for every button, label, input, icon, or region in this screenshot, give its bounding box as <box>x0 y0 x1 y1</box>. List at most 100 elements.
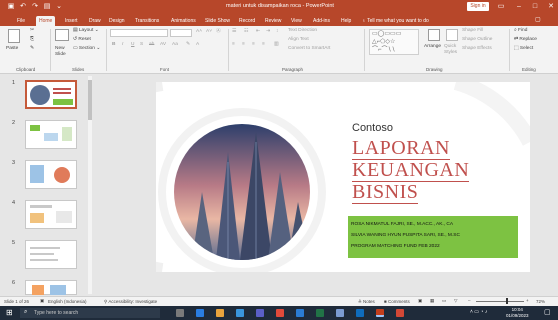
tab-insert[interactable]: Insert <box>62 16 81 26</box>
tab-add-ins[interactable]: Add-ins <box>310 16 333 26</box>
strikethrough-icon[interactable]: ab <box>149 42 154 48</box>
slide-sorter-icon[interactable]: ▦ <box>430 298 434 304</box>
slide-thumbnail-5[interactable] <box>25 240 77 269</box>
underline-icon[interactable]: U <box>131 42 134 48</box>
tab-view[interactable]: View <box>288 16 305 26</box>
comments-button[interactable]: ■ Comments <box>384 299 410 304</box>
clear-formatting-icon[interactable]: Ⓐ <box>216 29 221 35</box>
outlook-icon[interactable] <box>356 309 364 317</box>
align-text-button[interactable]: Align Text <box>288 37 309 43</box>
customize-toolbar-icon[interactable]: ⌄ <box>54 2 64 12</box>
close-icon[interactable]: ✕ <box>546 2 556 12</box>
slide-thumbnail-4[interactable] <box>25 200 77 229</box>
taskbar-search-box[interactable]: ⌕ Type here to search <box>20 308 160 318</box>
tab-review[interactable]: Review <box>262 16 284 26</box>
notes-button[interactable]: ≙ Notes <box>358 299 375 305</box>
quick-styles-icon[interactable] <box>446 29 458 41</box>
tab-help[interactable]: Help <box>338 16 354 26</box>
system-tray-icons[interactable]: ˄ ▭ ◔ ♪ <box>470 309 487 315</box>
bold-icon[interactable]: B <box>112 42 115 48</box>
font-color-icon[interactable]: A <box>196 42 199 48</box>
file-explorer-icon[interactable] <box>216 309 224 317</box>
align-center-icon[interactable]: ≡ <box>242 42 245 48</box>
shape-effects-button[interactable]: Shape Effects <box>462 46 492 52</box>
shapes-gallery[interactable]: ▭◯▭▭▭ △⌐⬠◇☆ ⌒⌐⌒∖∖ <box>369 29 419 55</box>
increase-indent-icon[interactable]: ⇥ <box>266 29 270 35</box>
character-spacing-icon[interactable]: AV <box>160 42 166 48</box>
align-left-icon[interactable]: ≡ <box>232 42 235 48</box>
tab-record[interactable]: Record <box>236 16 258 26</box>
tell-me-search[interactable]: ♁ Tell me what you want to do <box>362 16 429 26</box>
slide-title[interactable]: LAPORAN KEUANGAN BISNIS <box>352 138 522 204</box>
windows-start-icon[interactable]: ⊞ <box>6 308 13 317</box>
zoom-slider-thumb[interactable] <box>506 298 508 304</box>
author-panel[interactable]: ROSA NIKMATUL FAJRI, SE., M.ACC., AK., C… <box>348 216 518 258</box>
font-size-select[interactable] <box>170 29 192 37</box>
slideshow-icon[interactable]: ▽ <box>454 298 457 304</box>
tab-file[interactable]: File <box>14 16 28 26</box>
tab-transitions[interactable]: Transitions <box>132 16 162 26</box>
language-indicator[interactable]: English (Indonesia) <box>48 299 87 304</box>
columns-icon[interactable]: ▥ <box>274 42 279 48</box>
align-right-icon[interactable]: ≡ <box>252 42 255 48</box>
tab-slide-show[interactable]: Slide Show <box>202 16 233 26</box>
edge-icon[interactable] <box>236 309 244 317</box>
layout-button[interactable]: ▤ Layout ⌄ <box>73 28 99 34</box>
thumbnail-scrollbar-thumb[interactable] <box>88 80 92 120</box>
text-direction-button[interactable]: Text Direction <box>288 28 317 34</box>
replace-button[interactable]: ⇄ Replace <box>514 37 537 43</box>
select-button[interactable]: ⬚ Select <box>514 46 533 52</box>
copy-icon[interactable]: ⎘ <box>30 37 34 43</box>
excel-icon[interactable] <box>316 309 324 317</box>
reset-button[interactable]: ↺ Reset <box>73 37 91 43</box>
ribbon-display-icon[interactable]: ▭ <box>496 2 506 12</box>
zoom-in-button[interactable]: + <box>526 298 529 303</box>
new-slide-icon[interactable] <box>55 29 69 41</box>
tab-draw[interactable]: Draw <box>86 16 104 26</box>
slide-thumbnail-2[interactable] <box>25 120 77 149</box>
powerpoint-icon[interactable] <box>376 309 384 317</box>
taskbar-app-icon[interactable] <box>396 309 404 317</box>
numbering-icon[interactable]: ☷ <box>244 29 248 35</box>
arrange-icon[interactable] <box>428 29 440 41</box>
decrease-indent-icon[interactable]: ⇤ <box>256 29 260 35</box>
font-family-select[interactable] <box>110 29 168 37</box>
accessibility-status[interactable]: ⚲ Accessibility: Investigate <box>104 299 157 305</box>
save-icon[interactable]: ▣ <box>6 2 16 12</box>
comments-icon[interactable]: ▢ <box>535 16 547 24</box>
chrome-icon[interactable] <box>276 309 284 317</box>
start-from-beginning-icon[interactable]: ▤ <box>42 2 52 12</box>
slide-canvas[interactable]: Contoso LAPORAN KEUANGAN BISNIS ROSA NIK… <box>156 82 530 272</box>
convert-smartart-button[interactable]: Convert to SmartArt <box>288 46 330 52</box>
normal-view-icon[interactable]: ▣ <box>418 298 422 304</box>
format-painter-icon[interactable]: ✎ <box>30 46 34 52</box>
tab-design[interactable]: Design <box>106 16 128 26</box>
arrange-button[interactable]: Arrange <box>424 44 441 50</box>
new-slide-button[interactable]: New Slide <box>55 46 71 58</box>
increase-font-size-icon[interactable]: A˄ <box>196 29 202 35</box>
tab-animations[interactable]: Animations <box>168 16 199 26</box>
task-view-icon[interactable] <box>176 309 184 317</box>
paste-button[interactable]: Paste <box>6 46 18 52</box>
zoom-out-button[interactable]: – <box>468 298 471 303</box>
line-spacing-icon[interactable]: ↕ <box>276 29 278 35</box>
redo-icon[interactable]: ↷ <box>30 2 40 12</box>
justify-icon[interactable]: ≡ <box>262 42 265 48</box>
word-icon[interactable] <box>296 309 304 317</box>
taskbar-app-icon[interactable] <box>196 309 204 317</box>
spelling-icon[interactable]: ▣ <box>40 298 44 304</box>
maximize-icon[interactable]: □ <box>530 2 540 12</box>
slide-thumbnail-1[interactable] <box>25 80 77 109</box>
bullets-icon[interactable]: ☰ <box>232 29 236 35</box>
shape-fill-button[interactable]: Shape Fill <box>462 28 483 34</box>
shadow-icon[interactable]: S <box>140 42 143 48</box>
reading-view-icon[interactable]: ▭ <box>442 298 446 304</box>
highlight-icon[interactable]: ✎ <box>186 42 190 48</box>
quick-styles-button[interactable]: Quick Styles <box>444 44 460 56</box>
find-button[interactable]: ⌕ Find <box>514 28 527 34</box>
notifications-icon[interactable]: ▢ <box>544 308 551 316</box>
clock[interactable]: 10:04 01/09/2023 <box>506 307 529 319</box>
italic-icon[interactable]: I <box>122 42 123 48</box>
paste-icon[interactable] <box>8 29 20 43</box>
decrease-font-size-icon[interactable]: A˅ <box>206 29 212 35</box>
